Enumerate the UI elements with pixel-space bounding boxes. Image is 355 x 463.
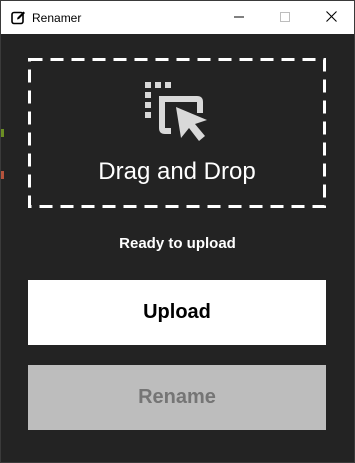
edge-artifact-red <box>1 171 4 179</box>
minimize-button[interactable] <box>216 1 262 34</box>
drop-zone[interactable]: Drag and Drop <box>28 58 326 208</box>
close-icon <box>325 9 337 27</box>
drop-zone-label: Drag and Drop <box>98 158 256 185</box>
app-window: Renamer Drag and Drop Ready to upload Up… <box>0 0 355 463</box>
window-controls <box>216 1 354 34</box>
edge-artifact-green <box>1 129 4 137</box>
maximize-button[interactable] <box>262 1 308 34</box>
maximize-icon <box>280 9 290 27</box>
drag-select-cursor-icon <box>143 80 213 151</box>
status-text: Ready to upload <box>119 235 236 252</box>
title-bar[interactable]: Renamer <box>1 1 354 34</box>
edit-note-icon <box>10 10 26 26</box>
upload-button[interactable]: Upload <box>28 280 326 345</box>
rename-button[interactable]: Rename <box>28 365 326 430</box>
minimize-icon <box>234 9 244 27</box>
close-button[interactable] <box>308 1 354 34</box>
window-title: Renamer <box>32 10 82 25</box>
